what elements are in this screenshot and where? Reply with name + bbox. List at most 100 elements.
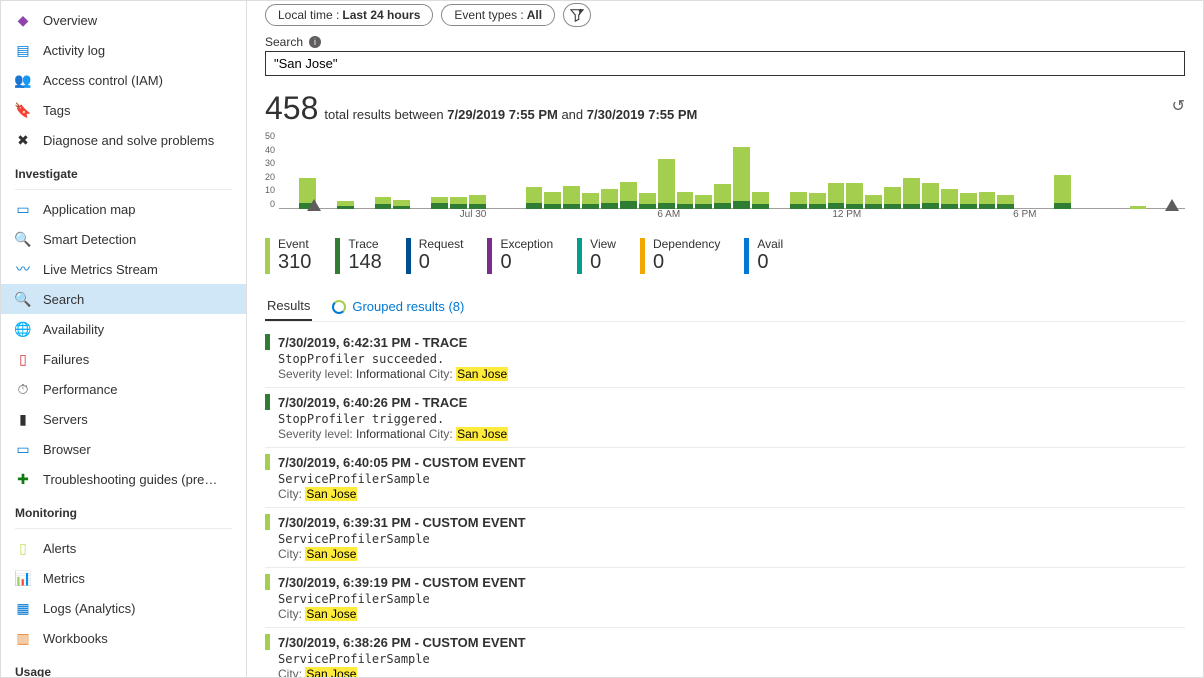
chart-bar[interactable] bbox=[544, 192, 561, 209]
chart-bar[interactable] bbox=[884, 187, 901, 209]
legend-item-request[interactable]: Request0 bbox=[406, 237, 464, 274]
tab-results[interactable]: Results bbox=[265, 292, 312, 321]
chart-bar[interactable] bbox=[431, 197, 448, 209]
sidebar-item-livemetrics[interactable]: 〰Live Metrics Stream bbox=[1, 254, 246, 284]
sidebar-item-alerts[interactable]: ▯Alerts bbox=[1, 533, 246, 563]
chart-bar[interactable] bbox=[601, 189, 618, 209]
chart-bar[interactable] bbox=[865, 195, 882, 209]
sidebar-item-troubleshoot[interactable]: ✚Troubleshooting guides (pre… bbox=[1, 464, 246, 494]
chart-bar[interactable] bbox=[960, 193, 977, 209]
sidebar-item-servers[interactable]: ▮Servers bbox=[1, 404, 246, 434]
chart-bar[interactable] bbox=[752, 192, 769, 209]
result-row[interactable]: 7/30/2019, 6:42:31 PM - TRACEStopProfile… bbox=[265, 328, 1185, 388]
summary-and: and bbox=[561, 107, 583, 122]
browser-icon: ▭ bbox=[15, 441, 31, 457]
legend-item-view[interactable]: View0 bbox=[577, 237, 616, 274]
chart-bar[interactable] bbox=[677, 192, 694, 209]
legend-color-bar bbox=[487, 238, 492, 274]
result-row[interactable]: 7/30/2019, 6:39:31 PM - CUSTOM EVENTServ… bbox=[265, 508, 1185, 568]
chart-bar[interactable] bbox=[714, 184, 731, 209]
add-filter-button[interactable] bbox=[563, 3, 591, 27]
legend-item-dependency[interactable]: Dependency0 bbox=[640, 237, 720, 274]
chart-bar[interactable] bbox=[809, 193, 826, 209]
chart-bar[interactable] bbox=[469, 195, 486, 209]
sidebar-item-iam[interactable]: 👥Access control (IAM) bbox=[1, 65, 246, 95]
logs-icon: ▦ bbox=[15, 600, 31, 616]
time-filter-pill[interactable]: Local time : Last 24 hours bbox=[265, 4, 433, 26]
chart-bar[interactable] bbox=[393, 200, 410, 209]
info-icon[interactable]: i bbox=[309, 36, 321, 48]
chart-bar[interactable] bbox=[563, 186, 580, 209]
chart-bar[interactable] bbox=[790, 192, 807, 209]
chart-bar[interactable] bbox=[922, 183, 939, 210]
history-icon[interactable]: ↺ bbox=[1172, 96, 1185, 116]
perf-icon: ⏱ bbox=[15, 381, 31, 397]
chart-bar[interactable] bbox=[695, 195, 712, 209]
result-row[interactable]: 7/30/2019, 6:40:05 PM - CUSTOM EVENTServ… bbox=[265, 448, 1185, 508]
main-content[interactable]: Local time : Last 24 hours Event types :… bbox=[247, 1, 1203, 677]
sidebar-item-failures[interactable]: ▯Failures bbox=[1, 344, 246, 374]
chart-bar[interactable] bbox=[903, 178, 920, 209]
result-type-bar bbox=[265, 514, 270, 530]
sidebar-item-tags[interactable]: 🔖Tags bbox=[1, 95, 246, 125]
legend-color-bar bbox=[335, 238, 340, 274]
chart-plot[interactable] bbox=[279, 131, 1185, 209]
sidebar-item-appmap[interactable]: ▭Application map bbox=[1, 194, 246, 224]
sidebar-item-label: Logs (Analytics) bbox=[43, 601, 135, 616]
result-row[interactable]: 7/30/2019, 6:40:26 PM - TRACEStopProfile… bbox=[265, 388, 1185, 448]
chart-bar[interactable] bbox=[941, 189, 958, 209]
sidebar-item-perf[interactable]: ⏱ Performance bbox=[1, 374, 246, 404]
chart-bar[interactable] bbox=[1054, 175, 1071, 209]
chart-bar[interactable] bbox=[375, 197, 392, 209]
search-input[interactable] bbox=[265, 51, 1185, 76]
sidebar-item-diagnose[interactable]: ✖Diagnose and solve problems bbox=[1, 125, 246, 155]
chart-bar[interactable] bbox=[450, 197, 467, 209]
sidebar-item-label: Search bbox=[43, 292, 84, 307]
result-metadata: City: San Jose bbox=[278, 667, 1185, 677]
legend-color-bar bbox=[406, 238, 411, 274]
sidebar-item-logs[interactable]: ▦ Logs (Analytics) bbox=[1, 593, 246, 623]
sidebar-item-workbooks[interactable]: ▥Workbooks bbox=[1, 623, 246, 653]
legend-item-exception[interactable]: Exception0 bbox=[487, 237, 553, 274]
legend-item-avail[interactable]: Avail0 bbox=[744, 237, 783, 274]
chart-bar[interactable] bbox=[997, 195, 1014, 209]
sidebar-item-label: Tags bbox=[43, 103, 70, 118]
legend-item-event[interactable]: Event310 bbox=[265, 237, 311, 274]
results-list: 7/30/2019, 6:42:31 PM - TRACEStopProfile… bbox=[265, 328, 1185, 677]
highlight-match: San Jose bbox=[305, 547, 357, 561]
result-row[interactable]: 7/30/2019, 6:38:26 PM - CUSTOM EVENTServ… bbox=[265, 628, 1185, 677]
highlight-match: San Jose bbox=[305, 607, 357, 621]
sidebar-item-smart[interactable]: 🔍Smart Detection bbox=[1, 224, 246, 254]
chart-bar[interactable] bbox=[828, 183, 845, 210]
chart-bar[interactable] bbox=[658, 159, 675, 209]
chart-bar[interactable] bbox=[639, 193, 656, 209]
sidebar-item-avail[interactable]: 🌐Availability bbox=[1, 314, 246, 344]
sidebar-item-activity[interactable]: ▤Activity log bbox=[1, 35, 246, 65]
chart-bar[interactable] bbox=[337, 201, 354, 209]
tab-grouped-label: Grouped results (8) bbox=[352, 299, 464, 314]
tab-grouped-results[interactable]: Grouped results (8) bbox=[330, 292, 466, 321]
legend-value: 0 bbox=[419, 251, 464, 274]
legend-item-trace[interactable]: Trace148 bbox=[335, 237, 381, 274]
sidebar-item-browser[interactable]: ▭Browser bbox=[1, 434, 246, 464]
chart-bar[interactable] bbox=[979, 192, 996, 209]
sidebar-item-overview[interactable]: ◆Overview bbox=[1, 5, 246, 35]
result-row[interactable]: 7/30/2019, 6:39:19 PM - CUSTOM EVENTServ… bbox=[265, 568, 1185, 628]
legend-label: Dependency bbox=[653, 237, 720, 251]
chart-bar[interactable] bbox=[846, 183, 863, 210]
timeline-chart[interactable]: 50403020100 Jul 306 AM12 PM6 PM bbox=[265, 131, 1185, 227]
sidebar-item-metrics[interactable]: 📊Metrics bbox=[1, 563, 246, 593]
chart-bar[interactable] bbox=[526, 187, 543, 209]
result-metadata: Severity level: Informational City: San … bbox=[278, 367, 1185, 381]
servers-icon: ▮ bbox=[15, 411, 31, 427]
event-types-pill[interactable]: Event types : All bbox=[441, 4, 555, 26]
chart-bar[interactable] bbox=[620, 182, 637, 209]
workbooks-icon: ▥ bbox=[15, 630, 31, 646]
result-timestamp: 7/30/2019, 6:38:26 PM - CUSTOM EVENT bbox=[278, 635, 526, 650]
sidebar-item-label: Performance bbox=[43, 382, 117, 397]
legend-label: View bbox=[590, 237, 616, 251]
chart-bar[interactable] bbox=[733, 147, 750, 209]
chart-bar[interactable] bbox=[582, 193, 599, 209]
sidebar-item-search[interactable]: 🔍Search bbox=[1, 284, 246, 314]
sidebar[interactable]: ◆Overview▤Activity log👥Access control (I… bbox=[1, 1, 247, 677]
